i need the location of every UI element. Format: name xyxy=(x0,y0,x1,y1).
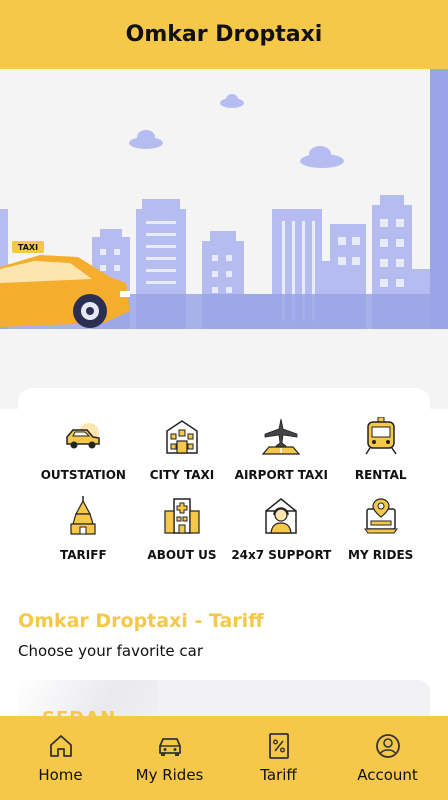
app-title: Omkar Droptaxi xyxy=(125,22,323,47)
bottom-nav: Home My Rides Tariff Account xyxy=(0,716,448,800)
nav-home[interactable]: Home xyxy=(11,732,111,784)
app-header: Omkar Droptaxi xyxy=(0,0,448,69)
menu-label: MY RIDES xyxy=(348,548,414,562)
nav-label: Home xyxy=(38,766,83,784)
menu-item-support[interactable]: 24x7 SUPPORT xyxy=(231,494,331,562)
menu-item-rental[interactable]: RENTAL xyxy=(331,414,430,482)
taxi-sign-text: TAXI xyxy=(18,243,38,252)
home-icon xyxy=(47,732,75,760)
nav-tariff[interactable]: Tariff xyxy=(229,732,329,784)
menu-item-about-us[interactable]: ABOUT US xyxy=(133,494,232,562)
cloud-icon xyxy=(129,94,344,168)
menu-label: OUTSTATION xyxy=(40,468,126,482)
tariff-section-title: Omkar Droptaxi - Tariff xyxy=(18,610,264,632)
rides-location-icon xyxy=(359,494,403,538)
support-agent-icon xyxy=(259,494,303,538)
menu-item-my-rides[interactable]: MY RIDES xyxy=(331,494,430,562)
services-grid: OUTSTATION CITY TAXI AIRPORT TAXI RENTAL… xyxy=(0,404,448,562)
menu-label: TARIFF xyxy=(60,548,107,562)
nav-account[interactable]: Account xyxy=(338,732,438,784)
menu-label: 24x7 SUPPORT xyxy=(231,548,332,562)
menu-label: CITY TAXI xyxy=(149,468,215,482)
temple-icon xyxy=(61,494,105,538)
account-icon xyxy=(374,732,402,760)
percent-tag-icon xyxy=(265,732,293,760)
menu-label: RENTAL xyxy=(354,468,407,482)
menu-item-outstation[interactable]: OUTSTATION xyxy=(34,414,133,482)
nav-my-rides[interactable]: My Rides xyxy=(120,732,220,784)
nav-label: Tariff xyxy=(260,766,297,784)
tariff-section-subtitle: Choose your favorite car xyxy=(18,642,203,660)
outstation-car-icon xyxy=(61,414,105,458)
menu-item-city-taxi[interactable]: CITY TAXI xyxy=(133,414,232,482)
menu-label: AIRPORT TAXI xyxy=(234,468,328,482)
menu-item-tariff[interactable]: TARIFF xyxy=(34,494,133,562)
car-icon xyxy=(156,732,184,760)
nav-label: My Rides xyxy=(135,766,204,784)
train-icon xyxy=(359,414,403,458)
menu-item-airport-taxi[interactable]: AIRPORT TAXI xyxy=(231,414,331,482)
airplane-icon xyxy=(259,414,303,458)
city-building-icon xyxy=(160,414,204,458)
menu-label: ABOUT US xyxy=(147,548,217,562)
city-taxi-illustration: TAXI xyxy=(0,69,448,329)
hospital-building-icon xyxy=(160,494,204,538)
hero-banner: TAXI xyxy=(0,69,448,409)
nav-label: Account xyxy=(357,766,418,784)
